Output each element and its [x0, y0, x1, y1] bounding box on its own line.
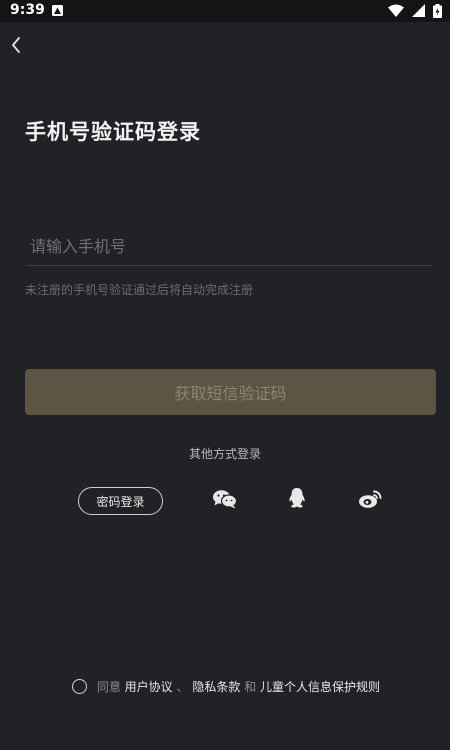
other-login-methods-label: 其他方式登录: [188, 447, 261, 461]
status-bar: 9:39: [0, 0, 450, 22]
chevron-left-icon: [12, 37, 20, 53]
registration-hint: 未注册的手机号验证通过后将自动完成注册: [25, 283, 254, 297]
phone-number-input[interactable]: [26, 228, 432, 266]
user-agreement-link[interactable]: 用户协议: [125, 680, 173, 694]
agreement-separator: 、: [176, 680, 189, 694]
wifi-icon: [387, 4, 404, 17]
app-notification-icon: [52, 5, 63, 16]
weibo-icon[interactable]: [358, 488, 384, 510]
wechat-icon[interactable]: [212, 489, 238, 509]
agreement-conjunction: 和: [244, 680, 257, 694]
child-privacy-link[interactable]: 儿童个人信息保护规则: [260, 680, 380, 694]
agreement-prefix: 同意: [96, 680, 121, 694]
page-title: 手机号验证码登录: [25, 120, 201, 144]
agreement-row: 同意 用户协议 、 隐私条款 和 儿童个人信息保护规则: [72, 678, 380, 696]
status-icons: [385, 4, 442, 18]
get-sms-code-button[interactable]: 获取短信验证码: [25, 369, 436, 415]
status-time: 9:39: [10, 2, 45, 18]
password-login-button[interactable]: 密码登录: [78, 487, 163, 515]
back-button[interactable]: [6, 34, 28, 56]
battery-charging-icon: [433, 4, 442, 18]
signal-icon: [411, 4, 425, 17]
privacy-policy-link[interactable]: 隐私条款: [192, 680, 240, 694]
agree-checkbox[interactable]: [72, 679, 87, 694]
qq-icon[interactable]: [287, 487, 307, 509]
